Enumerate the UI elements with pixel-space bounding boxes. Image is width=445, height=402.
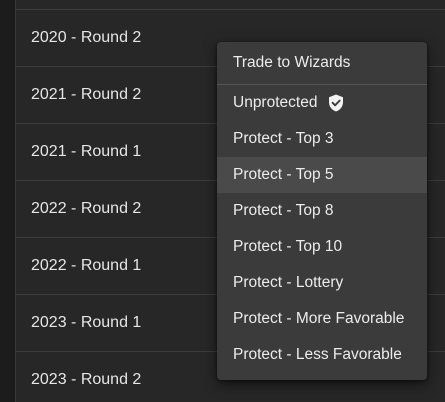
menu-item-label: Protect - Top 8 <box>233 202 334 219</box>
menu-item-protect-top-10[interactable]: Protect - Top 10 <box>217 229 427 265</box>
shield-check-icon <box>328 94 344 112</box>
menu-item-label: Protect - Lottery <box>233 274 344 291</box>
menu-item-trade-to-wizards[interactable]: Trade to Wizards <box>217 42 427 85</box>
pick-label: 2021 - Round 1 <box>31 143 142 160</box>
menu-item-label: Protect - More Favorable <box>233 310 405 327</box>
list-item[interactable] <box>16 0 445 10</box>
menu-item-protect-lottery[interactable]: Protect - Lottery <box>217 265 427 301</box>
menu-item-label: Unprotected <box>233 94 318 111</box>
menu-item-label: Protect - Top 3 <box>233 130 334 147</box>
menu-item-label: Protect - Top 5 <box>233 166 334 183</box>
menu-item-protect-less-favorable[interactable]: Protect - Less Favorable <box>217 337 427 373</box>
pick-label: 2022 - Round 1 <box>31 257 142 274</box>
left-panel-edge <box>0 0 16 402</box>
menu-item-unprotected[interactable]: Unprotected <box>217 85 427 121</box>
menu-item-protect-top-5[interactable]: Protect - Top 5 <box>217 157 427 193</box>
pick-label: 2023 - Round 1 <box>31 314 142 331</box>
menu-item-protect-top-8[interactable]: Protect - Top 8 <box>217 193 427 229</box>
menu-item-label: Protect - Top 10 <box>233 238 343 255</box>
protection-dropdown-menu: Trade to Wizards Unprotected Protect - T… <box>217 42 427 380</box>
pick-label: 2020 - Round 2 <box>31 29 142 46</box>
menu-item-label: Protect - Less Favorable <box>233 346 402 363</box>
pick-label: 2021 - Round 2 <box>31 86 142 103</box>
pick-label: 2023 - Round 2 <box>31 371 142 388</box>
pick-label: 2022 - Round 2 <box>31 200 142 217</box>
menu-item-protect-top-3[interactable]: Protect - Top 3 <box>217 121 427 157</box>
menu-item-label: Trade to Wizards <box>233 54 351 71</box>
pick-protection-page: 2020 - Round 2 2021 - Round 2 2021 - Rou… <box>0 0 445 402</box>
menu-item-protect-more-favorable[interactable]: Protect - More Favorable <box>217 301 427 337</box>
